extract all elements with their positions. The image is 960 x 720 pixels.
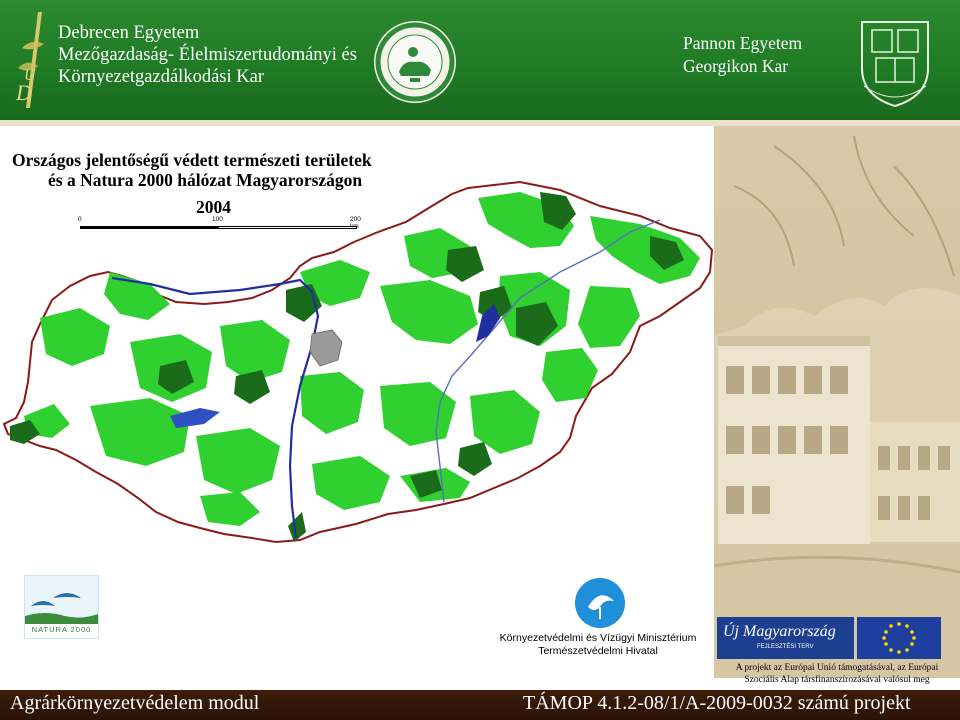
footer-module-name: Agrárkörnyezetvédelem modul [10,692,260,714]
natura-birds-icon [25,576,98,624]
right-title-line-1: Pannon Egyetem [683,33,803,53]
debrecen-university-logo: D U [15,12,44,108]
natura-2000-logo: NATURA 2000 [24,575,99,639]
faculty-seal-logo [374,21,456,103]
header-banner: D U Debrecen Egyetem Mezőgazdaság- Élelm… [0,0,960,120]
campus-photo-drawing [714,126,960,678]
fejlesztesi-terv-text: FEJLESZTÉSI TERV [757,644,814,650]
left-title-line-3: Környezetgazdálkodási Kar [58,67,264,87]
hungary-protected-areas-map [2,180,714,544]
eu-flag [857,617,941,659]
svg-text:U: U [24,67,37,84]
ministry-caption: Környezetvédelmi és Vízügyi Minisztérium… [484,632,712,658]
ministry-line-2: Természetvédelmi Hivatal [538,645,658,657]
right-title-line-2: Georgikon Kar [683,56,789,76]
right-institution-title: Pannon Egyetem Georgikon Kar [683,32,802,78]
eu-stars-icon [882,622,916,654]
footer-bar: Agrárkörnyezetvédelem modul TÁMOP 4.1.2-… [0,690,960,720]
left-title-line-2: Mezőgazdaság- Élelmiszertudományi és [58,45,357,65]
campus-photo-background [714,126,960,678]
footer-project-id: TÁMOP 4.1.2-08/1/A-2009-0032 számú proje… [523,692,911,714]
uj-magyarorszag-logo: Új Magyarország FEJLESZTÉSI TERV [717,617,854,659]
eu-note-line-1: A projekt az Európai Unió támogatásával,… [735,663,939,673]
left-institution-title: Debrecen Egyetem Mezőgazdaság- Élelmisze… [58,22,357,88]
eu-note-line-2: Szociális Alap társfinanszírozásával val… [744,675,930,685]
ministry-stork-logo [575,578,625,628]
uj-magyarorszag-text: Új Magyarország [723,623,836,640]
eu-funding-note: A projekt az Európai Unió támogatásával,… [714,662,960,686]
ministry-line-1: Környezetvédelmi és Vízügyi Minisztérium [499,632,697,644]
natura-2000-label: NATURA 2000 [31,625,92,634]
left-title-line-1: Debrecen Egyetem [58,23,200,43]
pannon-university-logo [861,21,929,108]
map-title-line-1: Országos jelentőségű védett természeti t… [12,150,372,170]
